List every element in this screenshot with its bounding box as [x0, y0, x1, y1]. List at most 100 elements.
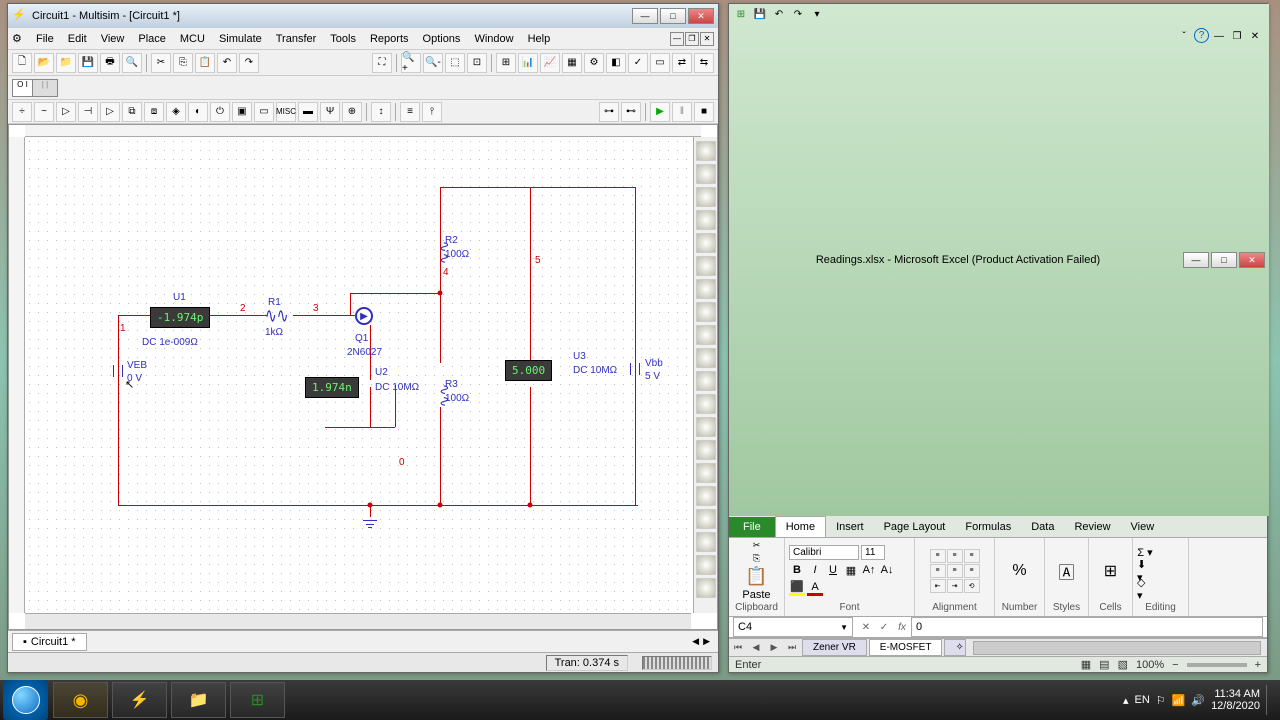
- place-analog-button[interactable]: ▷: [100, 102, 120, 122]
- taskbar-chrome[interactable]: ◉: [53, 682, 108, 718]
- view-break-button[interactable]: ▧: [1118, 658, 1128, 671]
- qat-save-button[interactable]: 💾: [752, 6, 768, 22]
- iv-analyzer-icon[interactable]: [696, 371, 716, 391]
- sheet-tab-mosfet[interactable]: E-MOSFET: [869, 639, 943, 656]
- run-button[interactable]: ▶: [650, 102, 670, 122]
- redo-button[interactable]: ↷: [239, 53, 259, 73]
- create-component-button[interactable]: ◧: [606, 53, 626, 73]
- pause-button[interactable]: ‖: [672, 102, 692, 122]
- taskbar-explorer[interactable]: 📁: [171, 682, 226, 718]
- sim-switch-off[interactable]: | |: [33, 80, 57, 96]
- orientation-button[interactable]: ⟲: [964, 579, 980, 593]
- excel-close-button[interactable]: ✕: [1239, 252, 1265, 268]
- meter-u1[interactable]: -1.974p: [150, 307, 210, 328]
- tray-action-center-icon[interactable]: ⚐: [1156, 694, 1166, 707]
- font-color-button[interactable]: A: [807, 580, 823, 596]
- spectrum-analyzer-icon[interactable]: [696, 417, 716, 437]
- wb-close-button[interactable]: ✕: [1247, 28, 1263, 44]
- bode-plotter-icon[interactable]: [696, 256, 716, 276]
- border-button[interactable]: ▦: [843, 562, 859, 578]
- multisim-titlebar[interactable]: ⚡ Circuit1 - Multisim - [Circuit1 *] ― □…: [8, 4, 718, 28]
- start-button[interactable]: [3, 680, 48, 720]
- place-mcu-button[interactable]: ⊕: [342, 102, 362, 122]
- meter-u3[interactable]: 5.000: [505, 360, 552, 381]
- oscilloscope-icon[interactable]: [696, 210, 716, 230]
- view-layout-button[interactable]: ▤: [1099, 658, 1109, 671]
- align-mid-center[interactable]: ≡: [947, 564, 963, 578]
- taskbar-multisim[interactable]: ⚡: [112, 682, 167, 718]
- wb-restore-button[interactable]: ❐: [1229, 28, 1245, 44]
- tab-scroll-right[interactable]: ▶: [703, 636, 710, 647]
- bold-button[interactable]: B: [789, 562, 805, 578]
- back-annotate-button[interactable]: ⇄: [672, 53, 692, 73]
- place-cmos-button[interactable]: ⧈: [144, 102, 164, 122]
- junction-button[interactable]: ⫯: [422, 102, 442, 122]
- place-ttl-button[interactable]: ⧉: [122, 102, 142, 122]
- maximize-button[interactable]: □: [660, 8, 686, 24]
- breadboard-button[interactable]: ▦: [562, 53, 582, 73]
- word-generator-icon[interactable]: [696, 302, 716, 322]
- canvas-scrollbar-h[interactable]: [25, 613, 691, 629]
- hierarchy-up-button[interactable]: ↕: [371, 102, 391, 122]
- logic-analyzer-icon[interactable]: [696, 325, 716, 345]
- sheet-nav-next[interactable]: ▶: [765, 642, 783, 653]
- circuit-tab[interactable]: ▪ Circuit1 *: [12, 633, 87, 651]
- forward-annotate-button[interactable]: ⇆: [694, 53, 714, 73]
- place-connector-button[interactable]: Ψ: [320, 102, 340, 122]
- network-analyzer-icon[interactable]: [696, 440, 716, 460]
- frequency-counter-icon[interactable]: [696, 279, 716, 299]
- agilent-fg-icon[interactable]: [696, 463, 716, 483]
- current-probe-icon[interactable]: [696, 578, 716, 598]
- multimeter-icon[interactable]: [696, 141, 716, 161]
- ribbon-tab-formulas[interactable]: Formulas: [955, 517, 1021, 537]
- tray-expand-icon[interactable]: ▴: [1123, 694, 1129, 707]
- place-basic-button[interactable]: ~: [34, 102, 54, 122]
- ribbon-tab-page-layout[interactable]: Page Layout: [874, 517, 956, 537]
- excel-titlebar[interactable]: ⊞ 💾 ↶ ↷ ▾ Readings.xlsx - Microsoft Exce…: [729, 4, 1269, 516]
- zoom-out-button[interactable]: 🔍-: [423, 53, 443, 73]
- align-top-center[interactable]: ≡: [947, 549, 963, 563]
- undo-button[interactable]: ↶: [217, 53, 237, 73]
- place-transistor-button[interactable]: ⊣: [78, 102, 98, 122]
- minimize-ribbon-button[interactable]: ˇ: [1176, 28, 1192, 44]
- shrink-font-button[interactable]: A↓: [879, 562, 895, 578]
- print-preview-button[interactable]: 🔍: [122, 53, 142, 73]
- zoom-level[interactable]: 100%: [1136, 659, 1164, 671]
- mdi-minimize[interactable]: ―: [670, 32, 684, 46]
- ribbon-tab-insert[interactable]: Insert: [826, 517, 874, 537]
- meter-u2[interactable]: 1.974n: [305, 377, 359, 398]
- place-misc2-button[interactable]: ▣: [232, 102, 252, 122]
- tray-volume-icon[interactable]: 🔊: [1191, 694, 1205, 707]
- sheet-scrollbar[interactable]: [973, 641, 1261, 655]
- tab-scroll-left[interactable]: ◀: [692, 636, 699, 647]
- labview-icon[interactable]: [696, 555, 716, 575]
- mdi-close[interactable]: ✕: [700, 32, 714, 46]
- indent-decrease[interactable]: ⇤: [930, 579, 946, 593]
- save-button[interactable]: 💾: [78, 53, 98, 73]
- stop-button[interactable]: ■: [694, 102, 714, 122]
- close-button[interactable]: ✕: [688, 8, 714, 24]
- align-top-left[interactable]: ≡: [930, 549, 946, 563]
- agilent-scope-icon[interactable]: [696, 509, 716, 529]
- qat-customize-button[interactable]: ▾: [809, 6, 825, 22]
- styles-icon[interactable]: 🄰: [1058, 559, 1074, 583]
- place-diode-button[interactable]: ▷: [56, 102, 76, 122]
- wb-minimize-button[interactable]: ―: [1211, 28, 1227, 44]
- component-db-button[interactable]: ⚙: [584, 53, 604, 73]
- zoom-in-button[interactable]: +: [1255, 659, 1261, 671]
- resistor-r1[interactable]: ∿∿: [265, 303, 288, 329]
- name-box[interactable]: C4 ▼: [733, 617, 853, 637]
- transistor-q1[interactable]: [355, 307, 373, 325]
- qat-redo-button[interactable]: ↷: [790, 6, 806, 22]
- spreadsheet-button[interactable]: ⊞: [496, 53, 516, 73]
- new-sheet-button[interactable]: ✧: [944, 639, 966, 656]
- zoom-out-button[interactable]: −: [1172, 659, 1178, 671]
- print-button[interactable]: 🖶: [100, 53, 120, 73]
- logic-converter-icon[interactable]: [696, 348, 716, 368]
- underline-button[interactable]: U: [825, 562, 841, 578]
- tray-lang[interactable]: EN: [1135, 694, 1150, 706]
- open-samples-button[interactable]: 📁: [56, 53, 76, 73]
- postprocessor-button[interactable]: 📈: [540, 53, 560, 73]
- cells-icon[interactable]: ⊞: [1104, 561, 1117, 581]
- menu-edit[interactable]: Edit: [62, 31, 93, 47]
